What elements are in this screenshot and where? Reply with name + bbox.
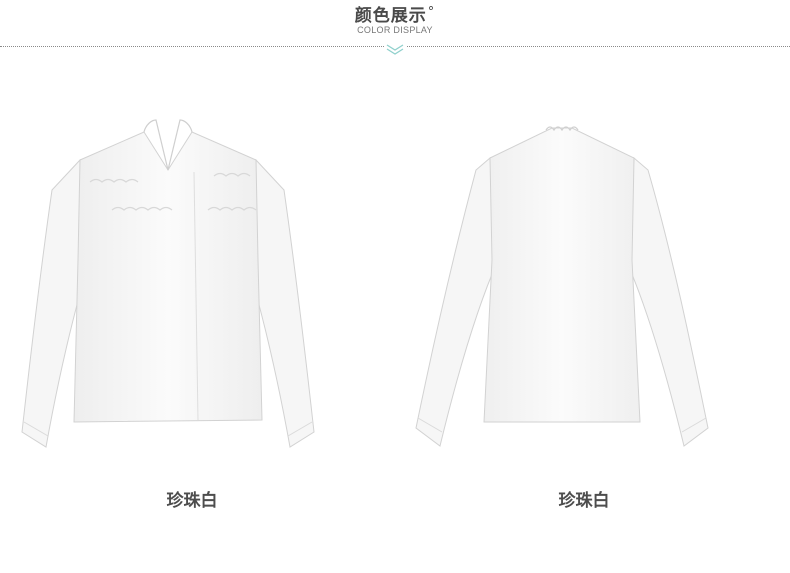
- color-label-front: 珍珠白: [166, 491, 218, 511]
- section-title: 颜色展示°: [0, 1, 790, 26]
- blouse-back-image: [412, 110, 712, 460]
- blouse-front-image: [18, 110, 318, 460]
- double-chevron-down-icon: [384, 42, 406, 56]
- section-title-text: 颜色展示: [354, 6, 427, 26]
- title-degree-mark: °: [427, 5, 436, 20]
- section-header: 颜色展示° COLOR DISPLAY: [0, 0, 790, 60]
- color-label-back: 珍珠白: [558, 491, 610, 511]
- section-subtitle: COLOR DISPLAY: [357, 25, 433, 35]
